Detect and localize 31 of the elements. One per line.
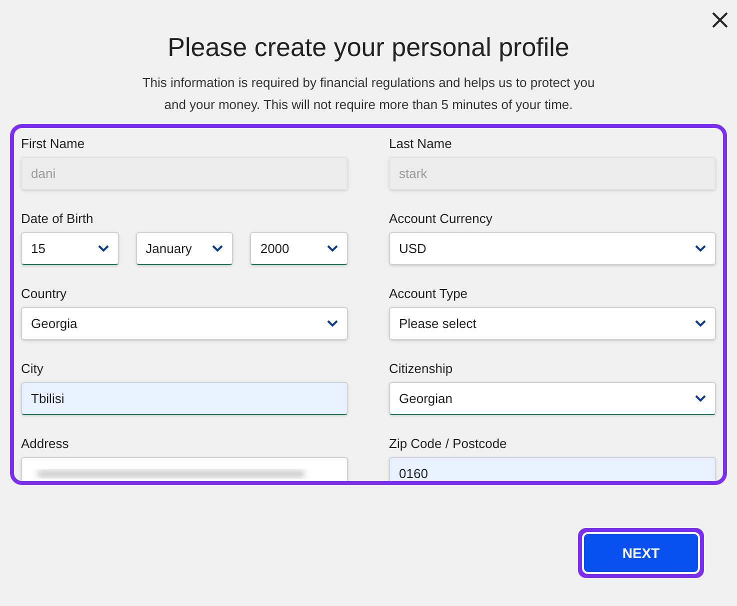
input-field[interactable]: Tbilisi xyxy=(21,382,348,415)
field-label: First Name xyxy=(21,135,86,152)
field-label: Account Type xyxy=(389,285,469,302)
select-field[interactable]: Georgia xyxy=(21,307,348,340)
select-field[interactable]: USD xyxy=(389,232,716,265)
field-label: City xyxy=(21,360,44,377)
input-field[interactable] xyxy=(21,457,348,481)
dialog-subtitle: This information is required by financial regulations and helps us to protect you and your money. This will not require more than 5 minutes of your time. xyxy=(141,74,596,114)
field-label: Date of Birth xyxy=(21,210,94,227)
field-label: Address xyxy=(21,435,70,452)
dialog-title: Please create your personal profile xyxy=(168,31,570,63)
select-field[interactable]: 2000 xyxy=(250,232,348,265)
input-field[interactable]: 0160 xyxy=(389,457,716,481)
chevron-down-icon xyxy=(695,245,706,252)
chevron-down-icon xyxy=(327,245,338,252)
chevron-down-icon xyxy=(98,245,109,252)
chevron-down-icon xyxy=(695,320,706,327)
close-icon[interactable] xyxy=(712,12,728,28)
field-label: Last Name xyxy=(389,135,453,152)
select-field[interactable]: Georgian xyxy=(389,382,716,415)
field-label: Citizenship xyxy=(389,360,454,377)
chevron-down-icon xyxy=(695,395,706,402)
next-button[interactable]: NEXT xyxy=(582,532,700,574)
field-label: Account Currency xyxy=(389,210,494,227)
select-field[interactable]: Please select xyxy=(389,307,716,340)
field-label: Country xyxy=(21,285,68,302)
select-field[interactable]: 15 xyxy=(21,232,119,265)
chevron-down-icon xyxy=(327,320,338,327)
chevron-down-icon xyxy=(212,245,224,252)
select-field[interactable]: January xyxy=(136,232,234,265)
field-label: Zip Code / Postcode xyxy=(389,435,508,452)
